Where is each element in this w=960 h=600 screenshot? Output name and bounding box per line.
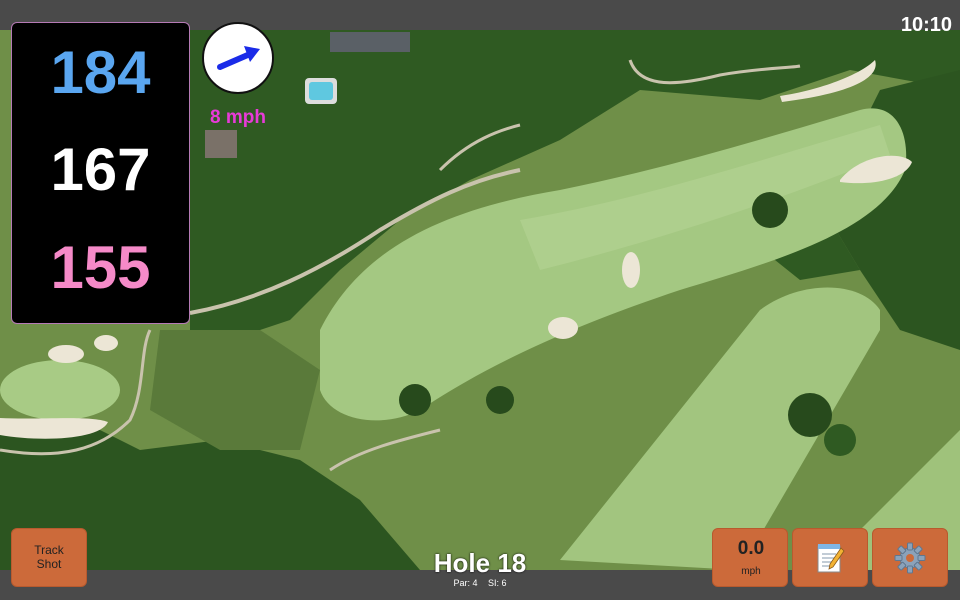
back-distance: 184 [50,39,151,106]
clock: 10:10 [900,14,952,36]
par-label: Par: 4 [453,578,478,588]
wind-direction-arrow-icon [217,46,260,70]
middle-distance: 167 [50,136,151,203]
gear-icon [894,542,926,573]
front-distance: 155 [50,234,151,301]
hole-info: Par: 4 SI: 6 [380,578,580,588]
wind-speed-value: 0.0 [737,538,765,559]
track-shot-button[interactable]: Track Shot [11,528,87,587]
hole-title: Hole 18 [433,548,527,578]
notepad-icon [817,543,845,572]
wind-direction-indicator [202,22,274,94]
wind-speed-button[interactable]: 0.0 mph [712,528,788,587]
wind-speed-label: 8 mph [210,107,266,128]
notes-button[interactable] [792,528,868,587]
track-shot-label-line2: Shot [36,556,62,571]
wind-speed-unit: mph [741,566,761,577]
track-shot-label-line1: Track [34,542,64,557]
settings-button[interactable] [872,528,948,587]
stroke-index-label: SI: 6 [488,578,507,588]
distance-panel: 184 167 155 [11,22,190,324]
